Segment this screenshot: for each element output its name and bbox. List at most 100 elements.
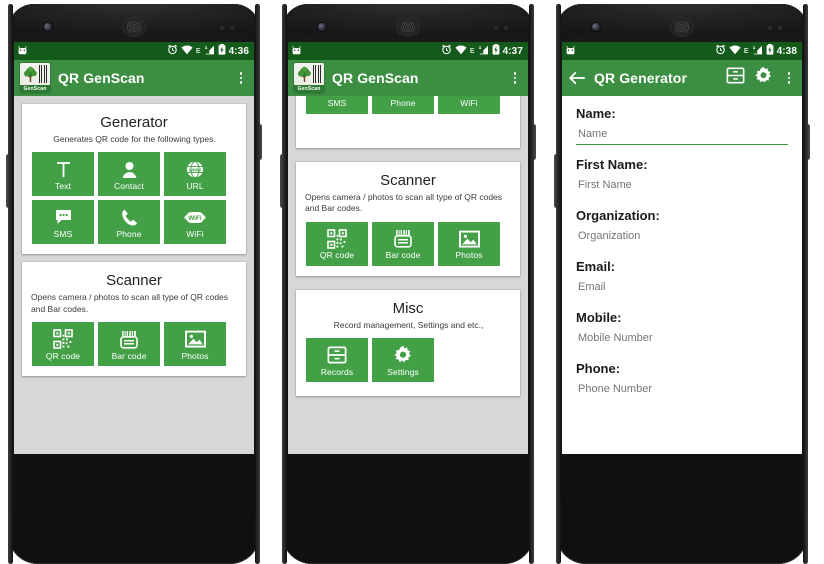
organization-input[interactable]	[576, 230, 790, 246]
tile-sms[interactable]: SMS	[32, 200, 94, 245]
field-label: Mobile:	[576, 310, 622, 325]
svg-text:www: www	[188, 167, 201, 173]
tile-label: Phone	[116, 228, 142, 239]
tile-photos[interactable]: Photos	[164, 322, 226, 367]
field-label: Organization:	[576, 208, 660, 223]
app-logo-icon: GenScan	[294, 63, 324, 93]
records-drawer-icon	[327, 345, 347, 366]
light-sensor-1	[230, 26, 234, 30]
tile-label: Bar code	[111, 350, 147, 361]
wifi-icon	[455, 42, 467, 60]
phone-screen-1: E 4:36 GenScan QR GenScan Generator Gene…	[14, 42, 254, 454]
app-bar-title-2: QR GenScan	[332, 70, 419, 86]
app-bar-3: QR Generator	[562, 60, 802, 96]
earpiece-speaker-3	[671, 18, 693, 36]
phone-device-2: E 4:37 GenScan QR GenScan SMS Phone WiFi…	[280, 4, 536, 564]
battery-charging-icon	[766, 42, 774, 60]
tile-label: Settings	[387, 366, 419, 377]
alarm-icon	[167, 42, 178, 60]
tile-phone[interactable]: Phone	[98, 200, 160, 245]
phone-edge-left-2	[282, 4, 287, 564]
app-logo-label: GenScan	[294, 85, 324, 93]
svg-text:WiFi: WiFi	[188, 215, 202, 222]
battery-charging-icon	[492, 42, 500, 60]
tile-photos[interactable]: Photos	[438, 221, 500, 266]
tile-contact[interactable]: Contact	[98, 152, 160, 197]
network-type-label: E	[743, 47, 749, 55]
records-drawer-icon[interactable]	[726, 67, 745, 89]
tile-bar-code[interactable]: Bar code	[98, 322, 160, 367]
wifi-icon	[729, 42, 741, 60]
generator-tile-grid-clipped: SMS Phone WiFi	[304, 96, 512, 114]
wifi-badge-icon: WiFi	[184, 207, 206, 228]
field-label: First Name:	[576, 157, 648, 172]
power-button-1[interactable]	[257, 124, 262, 160]
app-bar-title-3: QR Generator	[594, 70, 687, 86]
mobile-input[interactable]	[576, 332, 790, 348]
tile-wifi[interactable]: WiFi WiFi	[164, 200, 226, 245]
tile-records[interactable]: Records	[306, 338, 368, 383]
logo-tree-icon	[24, 66, 37, 82]
tile-label: Phone	[390, 98, 416, 109]
alarm-icon	[441, 42, 452, 60]
light-sensor-3	[778, 26, 782, 30]
tile-url[interactable]: www URL	[164, 152, 226, 197]
power-button-3[interactable]	[805, 124, 810, 160]
tile-settings[interactable]: Settings	[372, 338, 434, 383]
screenshot-stage: E 4:36 GenScan QR GenScan Generator Gene…	[0, 0, 824, 564]
field-label: Name:	[576, 106, 616, 121]
volume-button-2[interactable]	[280, 154, 285, 208]
volume-button-3[interactable]	[554, 154, 559, 208]
tile-label: URL	[186, 180, 204, 191]
back-arrow-icon[interactable]	[568, 69, 586, 87]
text-icon	[54, 159, 73, 180]
field-phone: Phone:	[576, 361, 790, 400]
generator-card-subtitle: Generates QR code for the following type…	[53, 134, 216, 144]
signal-icon	[478, 42, 489, 60]
generator-tile-grid: Text Contact www URL SMS Phone WiFi WiFi	[30, 152, 238, 245]
android-robot-icon	[566, 42, 575, 60]
tile-wifi[interactable]: WiFi WiFi	[438, 96, 500, 114]
alarm-icon	[715, 42, 726, 60]
scanner-card-subtitle: Opens camera / photos to scan all type o…	[31, 292, 229, 314]
tile-sms[interactable]: SMS	[306, 96, 368, 114]
app-logo-label: GenScan	[20, 85, 50, 93]
tile-bar-code[interactable]: Bar code	[372, 221, 434, 266]
tile-label: QR code	[319, 250, 355, 261]
bar-code-icon	[393, 228, 413, 249]
front-camera-icon-2	[318, 23, 326, 31]
status-bar-clock: 4:36	[228, 45, 249, 57]
field-email: Email:	[576, 259, 790, 298]
field-mobile: Mobile:	[576, 310, 790, 349]
first-name-input[interactable]	[576, 179, 790, 195]
name-input[interactable]	[576, 128, 790, 144]
phone-screen-3: E 4:38 QR Generator Name: Name First Nam…	[562, 42, 802, 454]
email-input[interactable]	[576, 281, 790, 297]
tile-phone[interactable]: Phone	[372, 96, 434, 114]
overflow-menu-icon[interactable]	[782, 70, 796, 86]
screen-content-2: SMS Phone WiFi Scanner Opens camera / ph…	[288, 96, 528, 454]
overflow-menu-icon[interactable]	[234, 70, 248, 86]
generator-card-clipped: SMS Phone WiFi	[296, 96, 520, 148]
generator-card: Generator Generates QR code for the foll…	[22, 104, 246, 255]
tile-qr-code[interactable]: QR code	[306, 221, 368, 266]
tile-label: WiFi	[186, 228, 204, 239]
qr-code-icon	[53, 329, 73, 350]
tile-label: QR code	[45, 350, 81, 361]
status-bar-clock: 4:38	[776, 45, 797, 57]
earpiece-speaker-1	[123, 18, 145, 36]
field-name: Name:	[576, 106, 790, 145]
volume-button-1[interactable]	[6, 154, 11, 208]
phone-device-3: E 4:38 QR Generator Name: Name First Nam…	[554, 4, 810, 564]
tile-label: Photos	[455, 250, 483, 261]
tile-qr-code[interactable]: QR code	[32, 322, 94, 367]
phone-input[interactable]	[576, 383, 790, 399]
earpiece-speaker-2	[397, 18, 419, 36]
network-type-label: E	[195, 47, 201, 55]
gear-icon[interactable]	[754, 66, 773, 90]
power-button-2[interactable]	[531, 124, 536, 160]
overflow-menu-icon[interactable]	[508, 70, 522, 86]
tile-label: SMS	[53, 228, 73, 239]
tile-label: Text	[55, 180, 71, 191]
tile-text[interactable]: Text	[32, 152, 94, 197]
